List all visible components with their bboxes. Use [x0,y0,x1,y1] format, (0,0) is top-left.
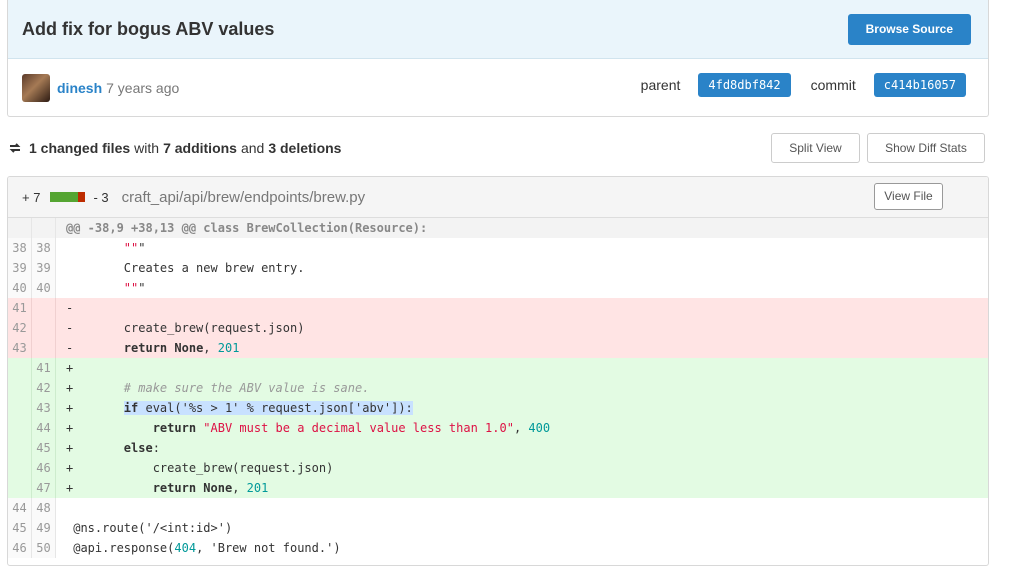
old-line-number[interactable] [8,358,32,378]
new-line-number[interactable] [32,298,56,318]
old-line-number[interactable]: 45 [8,518,32,538]
new-line-number[interactable]: 47 [32,478,56,498]
line-code: - return None, 201 [66,341,240,355]
line-code: """ [123,281,146,295]
commit-meta: dinesh 7 years ago parent 4fd8dbf842 com… [8,59,988,116]
show-diff-stats-button[interactable]: Show Diff Stats [867,133,985,163]
line-code: + return "ABV must be a decimal value le… [66,421,551,435]
old-line-number[interactable] [8,478,32,498]
line-code: + return None, 201 [66,481,269,495]
line-code: @api.response(404, 'Brew not found.') [66,541,341,555]
parent-label: parent [640,77,681,93]
avatar[interactable] [22,73,50,102]
file-header: + 7 - 3 craft_api/api/brew/endpoints/bre… [8,177,988,218]
summary-and: and [240,140,265,156]
changed-files-count: 1 changed files [29,140,131,156]
file-path: craft_api/api/brew/endpoints/brew.py [121,188,366,206]
new-line-number[interactable]: 40 [32,278,56,298]
browse-source-button[interactable]: Browse Source [847,13,971,45]
diff-line: 44 + return "ABV must be a decimal value … [8,418,988,438]
hunk-header: @@ -38,9 +38,13 @@ class BrewCollection(… [8,218,988,238]
new-line-number[interactable]: 41 [32,358,56,378]
line-code: """ [123,241,146,255]
new-line-number[interactable]: 44 [32,418,56,438]
diff-line: 43 + if eval('%s > 1' % request.json['abv… [8,398,988,418]
line-code: + if eval('%s > 1' % request.json['abv']… [66,401,413,415]
diff-line: 42 + # make sure the ABV value is sane. [8,378,988,398]
commit-header: Add fix for bogus ABV values Browse Sour… [7,0,989,117]
diff-line: 45 49 @ns.route('/<int:id>') [8,518,988,538]
commit-title-bar: Add fix for bogus ABV values Browse Sour… [8,0,988,59]
line-code: + create_brew(request.json) [66,461,334,475]
summary-with: with [134,140,160,156]
diff-line: 46 50 @api.response(404, 'Brew not found.… [8,538,988,558]
diff-line: 44 48 [8,498,988,518]
diff-line: 41 + [8,358,988,378]
new-line-number[interactable] [32,338,56,358]
old-line-number[interactable]: 41 [8,298,32,318]
split-view-button[interactable]: Split View [771,133,860,163]
commit-refs: parent 4fd8dbf842 commit c414b16057 [641,73,966,97]
file-additions: + 7 [22,189,41,205]
new-line-number[interactable]: 42 [32,378,56,398]
line-code: + else: [66,441,160,455]
new-line-number[interactable] [32,318,56,338]
commit-label: commit [810,77,856,93]
old-line-number[interactable]: 42 [8,318,32,338]
author-link[interactable]: dinesh [57,80,102,96]
diff-line: 41 - [8,298,988,318]
line-code: - [66,301,74,315]
old-line-number[interactable]: 43 [8,338,32,358]
view-file-button[interactable]: View File [874,183,943,210]
line-code: @ns.route('/<int:id>') [66,521,233,535]
old-line-number[interactable]: 40 [8,278,32,298]
commit-age: 7 years ago [106,79,180,96]
diff-line: 39 39 Creates a new brew entry. [8,258,988,278]
commit-title: Add fix for bogus ABV values [22,18,275,39]
old-line-number[interactable] [8,398,32,418]
diff-table: @@ -38,9 +38,13 @@ class BrewCollection(… [8,218,988,558]
parent-sha-link[interactable]: 4fd8dbf842 [698,73,791,97]
sync-icon [8,141,22,155]
diff-line: 42 - create_brew(request.json) [8,318,988,338]
new-line-number[interactable]: 50 [32,538,56,558]
additions-count: 7 additions [163,140,237,156]
new-line-number[interactable]: 49 [32,518,56,538]
diff-line: 45 + else: [8,438,988,458]
file-diff: + 7 - 3 craft_api/api/brew/endpoints/bre… [7,176,989,566]
diff-line: 46 + create_brew(request.json) [8,458,988,478]
old-line-number[interactable]: 44 [8,498,32,518]
hunk-text: @@ -38,9 +38,13 @@ class BrewCollection(… [66,221,428,235]
line-code [56,498,988,518]
line-code: Creates a new brew entry. [66,261,305,275]
new-line-number[interactable]: 38 [32,238,56,258]
new-line-number[interactable]: 46 [32,458,56,478]
new-line-number[interactable]: 39 [32,258,56,278]
diff-line: 43 - return None, 201 [8,338,988,358]
old-line-number[interactable] [8,378,32,398]
new-line-number[interactable]: 43 [32,398,56,418]
diff-line: 47 + return None, 201 [8,478,988,498]
deletions-count: 3 deletions [268,140,342,156]
old-line-number[interactable] [8,438,32,458]
new-line-number[interactable]: 45 [32,438,56,458]
diff-line: 38 38 """ [8,238,988,258]
diff-stat-bar [50,192,86,202]
commit-sha-link[interactable]: c414b16057 [873,73,966,97]
old-line-number[interactable] [8,458,32,478]
line-code: + # make sure the ABV value is sane. [66,381,370,395]
diff-line: 40 40 """ [8,278,988,298]
new-line-number[interactable]: 48 [32,498,56,518]
line-code: + [66,361,74,375]
old-line-number[interactable] [8,418,32,438]
line-code: - create_brew(request.json) [66,321,305,335]
old-line-number[interactable]: 39 [8,258,32,278]
old-line-number[interactable]: 46 [8,538,32,558]
old-line-number[interactable]: 38 [8,238,32,258]
file-deletions: - 3 [93,189,109,205]
